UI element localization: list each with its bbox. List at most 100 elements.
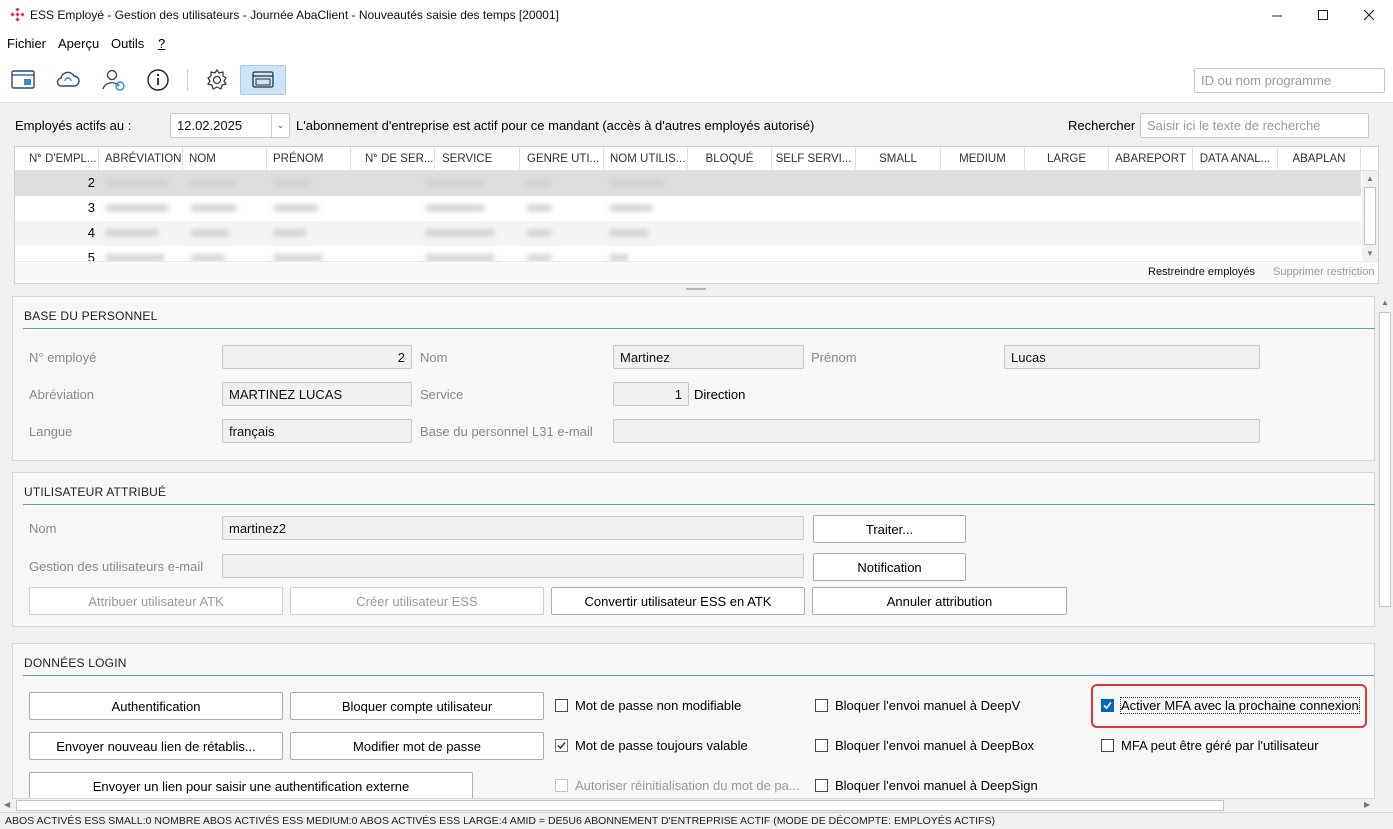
column-header[interactable]: PRÉNOM (267, 147, 351, 171)
restrict-employees-link[interactable]: Restreindre employés (1148, 266, 1255, 278)
splitter-handle[interactable] (686, 288, 706, 290)
user-email-label: Gestion des utilisateurs e-mail (29, 559, 204, 574)
user-nom-field[interactable]: martinez2 (222, 516, 804, 540)
minimize-icon[interactable] (1254, 0, 1300, 31)
column-header[interactable]: MEDIUM (941, 147, 1025, 171)
nom-field[interactable]: Martinez (613, 345, 804, 369)
checkbox-box[interactable] (555, 779, 568, 792)
column-header[interactable]: SMALL (856, 147, 941, 171)
convert-ess-atk-button[interactable]: Convertir utilisateur ESS en ATK (551, 587, 805, 615)
form-icon[interactable] (7, 65, 39, 95)
column-header[interactable]: ABAREPORT (1109, 147, 1193, 171)
menu-item-outils[interactable]: Outils (111, 36, 144, 51)
service-name: Direction (694, 387, 746, 402)
column-header[interactable]: BLOQUÉ (688, 147, 772, 171)
checkbox-box[interactable] (1101, 739, 1114, 752)
scroll-thumb[interactable] (1379, 312, 1391, 607)
column-header[interactable]: NOM (183, 147, 267, 171)
user-email-field[interactable] (222, 554, 804, 578)
traiter-button[interactable]: Traiter... (813, 515, 966, 543)
column-header[interactable]: SERVICE (435, 147, 520, 171)
status-bar: ABOS ACTIVÉS ESS SMALL:0 NOMBRE ABOS ACT… (0, 812, 1393, 829)
remove-restriction-link[interactable]: Supprimer restriction (1273, 266, 1374, 278)
mfa-user-managed-checkbox[interactable]: MFA peut être géré par l'utilisateur (1101, 738, 1319, 753)
scroll-thumb[interactable] (1364, 187, 1376, 245)
checkbox-box[interactable] (1101, 699, 1114, 712)
activate-mfa-checkbox[interactable]: Activer MFA avec la prochaine connexion (1101, 697, 1360, 714)
abbreviation-field[interactable]: MARTINEZ LUCAS (222, 382, 412, 406)
scroll-up-icon[interactable]: ▲ (1366, 174, 1374, 183)
settings-icon[interactable] (201, 65, 233, 95)
block-account-button[interactable]: Bloquer compte utilisateur (290, 692, 544, 720)
scroll-left-icon[interactable]: ◀ (4, 800, 10, 809)
column-header[interactable]: ABRÉVIATION (99, 147, 183, 171)
column-header[interactable]: NOM UTILIS... (604, 147, 688, 171)
date-picker[interactable]: 12.02.2025 ⌄ (170, 113, 290, 138)
table-row[interactable]: 5 (15, 246, 1361, 261)
block-deepsign-checkbox[interactable]: Bloquer l'envoi manuel à DeepSign (815, 778, 1038, 793)
cloud-sync-icon[interactable] (52, 65, 84, 95)
horizontal-scrollbar[interactable]: ◀ ▶ (0, 799, 1377, 812)
close-icon[interactable] (1346, 0, 1392, 31)
allow-reset-checkbox[interactable]: Autoriser réinitialisation du mot de pa.… (555, 778, 800, 793)
nom-label: Nom (420, 350, 448, 365)
service-no-field[interactable]: 1 (613, 382, 689, 406)
authentication-button[interactable]: Authentification (29, 692, 283, 720)
password-always-valid-checkbox[interactable]: Mot de passe toujours valable (555, 738, 748, 753)
column-header[interactable]: GENRE UTI... (520, 147, 604, 171)
title-bar: ESS Employé - Gestion des utilisateurs -… (0, 0, 1393, 31)
window-icon[interactable] (240, 65, 286, 95)
menu-item-apercu[interactable]: Aperçu (58, 36, 99, 51)
assign-atk-button[interactable]: Attribuer utilisateur ATK (29, 587, 283, 615)
password-not-modifiable-checkbox[interactable]: Mot de passe non modifiable (555, 698, 741, 713)
section-divider (23, 504, 1375, 505)
block-deepbox-checkbox[interactable]: Bloquer l'envoi manuel à DeepBox (815, 738, 1034, 753)
maximize-icon[interactable] (1300, 0, 1346, 31)
send-reset-link-button[interactable]: Envoyer nouveau lien de rétablis... (29, 732, 283, 760)
create-ess-button[interactable]: Créer utilisateur ESS (290, 587, 544, 615)
checkbox-box[interactable] (815, 699, 828, 712)
langue-label: Langue (29, 424, 73, 439)
checkbox-label: Autoriser réinitialisation du mot de pa.… (575, 778, 800, 793)
checkbox-box[interactable] (555, 739, 568, 752)
column-header[interactable]: ABAPLAN (1278, 147, 1361, 171)
block-deepv-checkbox[interactable]: Bloquer l'envoi manuel à DeepV (815, 698, 1020, 713)
checkbox-label: Bloquer l'envoi manuel à DeepBox (835, 738, 1035, 753)
prenom-field[interactable]: Lucas (1004, 345, 1260, 369)
notification-button[interactable]: Notification (813, 553, 966, 581)
column-header[interactable]: N° D'EMPL... (15, 147, 99, 171)
change-password-button[interactable]: Modifier mot de passe (290, 732, 544, 760)
user-sync-icon[interactable] (97, 65, 129, 95)
section-divider (23, 675, 1374, 676)
column-header[interactable]: LARGE (1025, 147, 1109, 171)
email-field[interactable] (613, 419, 1260, 443)
search-input[interactable]: Saisir ici le texte de recherche (1140, 113, 1369, 138)
menu-item-help[interactable]: ? (158, 36, 165, 51)
cancel-assignment-button[interactable]: Annuler attribution (812, 587, 1067, 615)
send-external-auth-button[interactable]: Envoyer un lien pour saisir une authenti… (29, 772, 473, 798)
program-search-input[interactable]: ID ou nom programme (1194, 68, 1385, 93)
column-header[interactable]: N° DE SER... (351, 147, 435, 171)
scroll-up-icon[interactable]: ▲ (1381, 298, 1389, 307)
table-row[interactable]: 2 (15, 171, 1361, 196)
scroll-thumb[interactable] (16, 800, 1224, 811)
checkbox-box[interactable] (815, 779, 828, 792)
checkbox-box[interactable] (555, 699, 568, 712)
checkbox-box[interactable] (815, 739, 828, 752)
table-row[interactable]: 3 (15, 196, 1361, 221)
info-icon[interactable] (142, 65, 174, 95)
row-number: 4 (87, 225, 95, 240)
prenom-label: Prénom (811, 350, 857, 365)
employee-no-label: N° employé (29, 350, 97, 365)
employee-no-field[interactable]: 2 (222, 345, 412, 369)
table-row[interactable]: 4 (15, 221, 1361, 246)
menu-item-fichier[interactable]: Fichier (7, 36, 46, 51)
scroll-right-icon[interactable]: ▶ (1364, 800, 1370, 809)
chevron-down-icon[interactable]: ⌄ (271, 114, 289, 137)
scroll-down-icon[interactable]: ▼ (1366, 249, 1374, 258)
column-header[interactable]: DATA ANAL... (1193, 147, 1278, 171)
langue-field[interactable]: français (222, 419, 412, 443)
grid-scrollbar[interactable]: ▲ ▼ (1362, 171, 1378, 261)
column-header[interactable]: SELF SERVI... (772, 147, 856, 171)
main-scrollbar[interactable]: ▲ (1377, 294, 1393, 799)
